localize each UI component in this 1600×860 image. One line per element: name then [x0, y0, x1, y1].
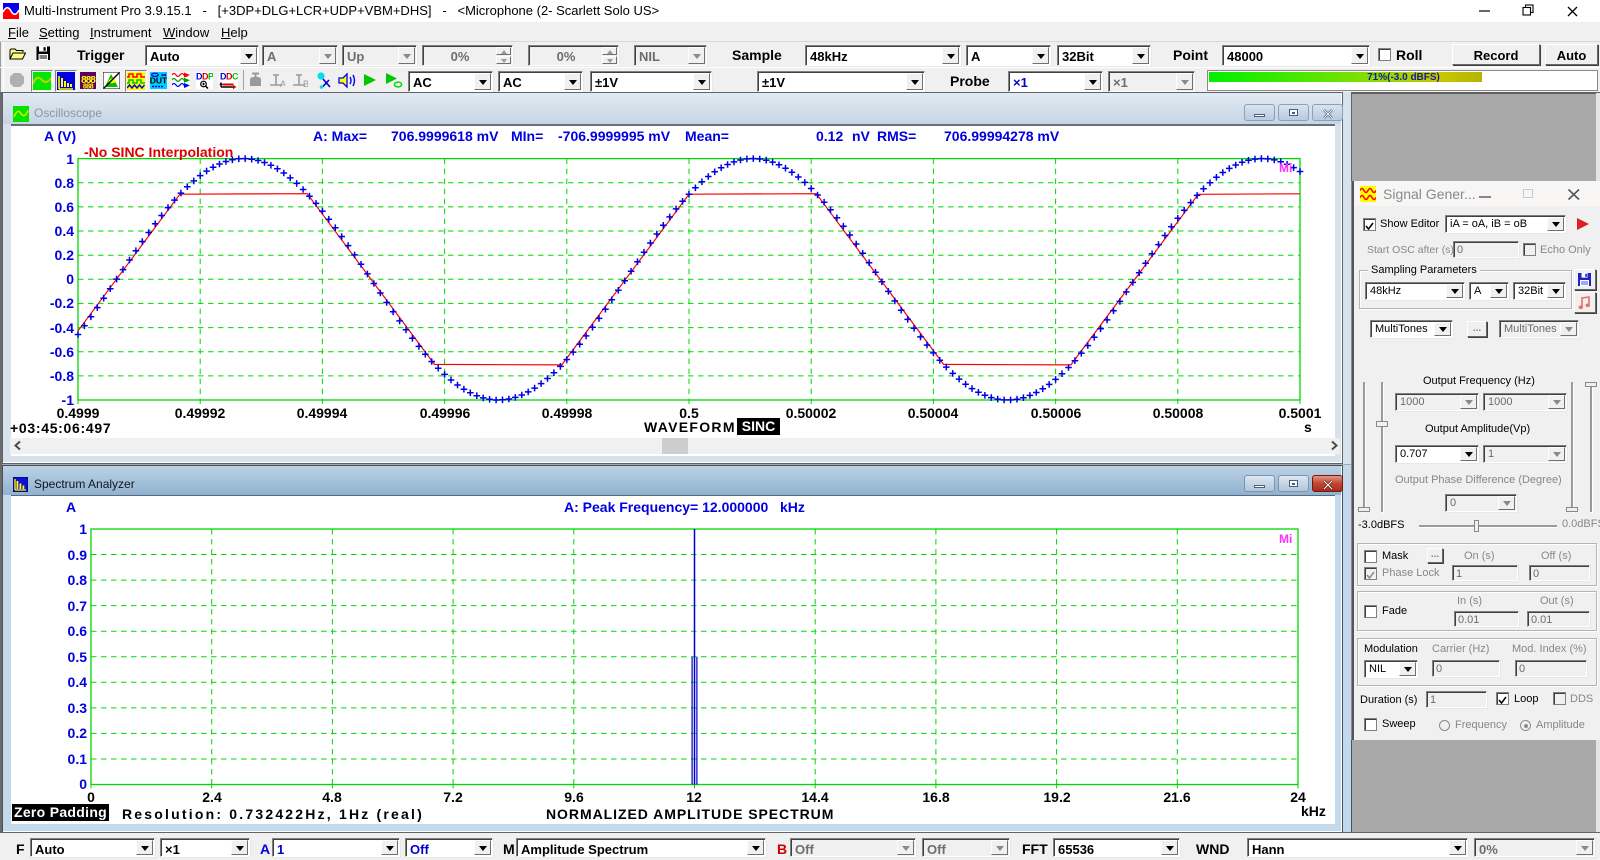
svg-text:A: A [280, 79, 285, 88]
svg-text:B: B [303, 79, 308, 88]
svg-text:P: P [208, 72, 213, 82]
svg-text:888: 888 [83, 84, 94, 90]
svg-text:DUT: DUT [150, 76, 167, 86]
svg-text:C: C [232, 72, 238, 82]
